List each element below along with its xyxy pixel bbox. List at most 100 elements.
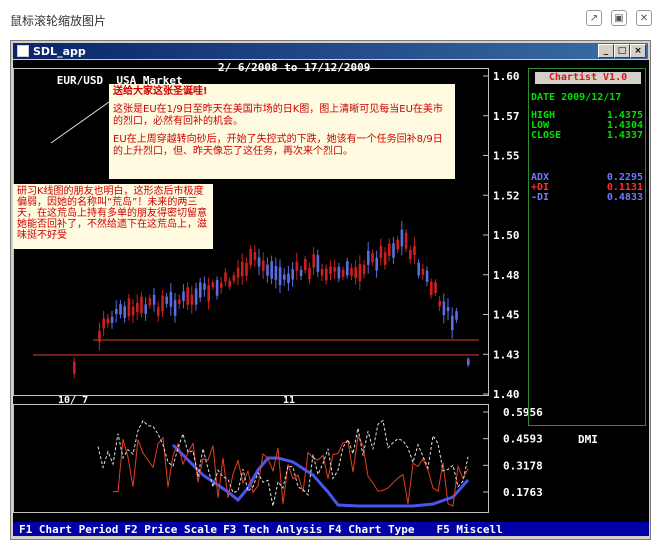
candle-body <box>413 246 416 256</box>
f5-miscell[interactable]: F5 Miscell <box>437 523 503 536</box>
candle-body <box>430 281 433 296</box>
annotation-left: 研习K线图的朋友也明白，这形态后市极度偏弱，因她的名称叫“荒岛”！未来的两三天，… <box>13 184 213 249</box>
maximize-button[interactable]: □ <box>614 44 630 58</box>
candle-body <box>220 282 223 288</box>
candle-body <box>320 268 324 276</box>
candle-body <box>421 268 425 275</box>
candle-body <box>253 251 257 261</box>
annotation-top: 送给大家这张圣诞哇! 这张是EU在1/9日至昨天在美国市场的日K图，图上清晰可见… <box>109 84 455 179</box>
indicator-row: -DI 0.4833 <box>531 193 643 203</box>
f2-price-scale[interactable]: F2 Price Scale <box>124 523 217 536</box>
candle-body <box>316 255 320 272</box>
candle-body <box>367 250 370 265</box>
candle-body <box>127 298 131 317</box>
candle-body <box>136 302 139 312</box>
minimize-button[interactable]: _ <box>598 44 614 58</box>
candle-body <box>278 267 282 286</box>
info-panel: Chartist V1.0 DATE 2009/12/17 HIGH 1.4375… <box>528 68 646 426</box>
indicator-label: -DI <box>531 192 550 203</box>
candle-body <box>115 309 118 314</box>
f4-chart-type[interactable]: F4 Chart Type <box>328 523 414 536</box>
candle-body <box>337 266 341 279</box>
candle-body <box>266 264 269 276</box>
candle-body <box>270 261 273 279</box>
candle-body <box>400 229 404 247</box>
candle-body <box>236 267 240 278</box>
candle-body <box>295 261 299 271</box>
candle-body <box>110 316 114 323</box>
candle-body <box>396 239 399 250</box>
price-axis-label: 1.45 <box>493 309 520 322</box>
candle-body <box>190 294 194 305</box>
candle-body <box>131 306 135 316</box>
indicator-rows: ADX 0.2295 +DI 0.1131 -DI 0.4833 <box>531 173 643 203</box>
candle-body <box>102 318 105 329</box>
candle-body <box>425 270 429 282</box>
candle-body <box>215 280 219 296</box>
candle-body <box>299 269 303 277</box>
candle-body <box>333 267 336 272</box>
f3-tech-analysis[interactable]: F3 Tech Anlysis <box>223 523 322 536</box>
candle-body <box>182 291 185 301</box>
brand-label: Chartist V1.0 <box>535 72 641 84</box>
candle-body <box>409 250 412 259</box>
external-link-icon[interactable]: ↗ <box>586 10 602 26</box>
price-axis-label: 1.48 <box>493 269 520 282</box>
price-axis-label: 1.55 <box>493 150 520 163</box>
candle-body <box>199 282 202 298</box>
candle-body <box>388 243 391 256</box>
candle-body <box>312 254 315 268</box>
candle-body <box>123 306 126 318</box>
annotation-arrow-line <box>50 101 110 144</box>
candle-body <box>73 361 76 374</box>
close-button[interactable]: × <box>630 44 646 58</box>
candle-body <box>362 264 366 275</box>
ohlc-rows: HIGH 1.4375 LOW 1.4304 CLOSE 1.4337 <box>531 111 643 141</box>
candle-body <box>308 267 311 280</box>
price-axis-label: 1.52 <box>493 189 520 202</box>
date-value: 2009/12/17 <box>561 92 622 103</box>
candle-body <box>350 267 353 276</box>
candle-body <box>224 272 227 282</box>
fit-icon[interactable]: ▣ <box>611 10 627 26</box>
date-range-label: 2/ 6/2008 to 17/12/2009 <box>218 61 371 74</box>
candle-body <box>140 296 143 314</box>
indicator-chart-frame <box>13 404 489 513</box>
candle-body <box>346 261 349 276</box>
candle-body <box>203 283 206 290</box>
indicator-value: 0.4833 <box>606 192 643 203</box>
candle-body <box>194 288 198 305</box>
indicator-axis-label: 0.1763 <box>503 486 543 499</box>
candle-body <box>274 266 278 280</box>
price-axis-label: 1.57 <box>493 110 520 123</box>
candle-body <box>152 294 156 305</box>
candle-body <box>383 252 387 265</box>
price-axis-label: 1.50 <box>493 229 520 242</box>
candle-body <box>165 296 168 304</box>
candle-body <box>119 304 122 315</box>
annotation-top-line1: 送给大家这张圣诞哇! <box>113 86 208 97</box>
candle-body <box>442 301 446 316</box>
candle-body <box>249 248 252 266</box>
chart-area: 1.60 1.57 1.55 1.52 1.50 1.48 1.45 1.43 1.40 0.59… <box>13 60 649 536</box>
close-icon[interactable]: ✕ <box>636 10 652 26</box>
function-key-bar: F1 Chart Period F2 Price Scale F3 Tech A… <box>13 522 649 536</box>
candle-body <box>354 267 357 278</box>
candle-body <box>341 269 345 277</box>
f1-chart-period[interactable]: F1 Chart Period <box>19 523 118 536</box>
app-window: SDL_app _ □ × 1.60 1.57 1.55 1.52 1.50 1.48 1.… <box>10 40 651 540</box>
price-axis-label: 1.40 <box>493 388 520 401</box>
ohlc-value: 1.4337 <box>606 130 643 141</box>
annotation-top-line3: EU在上周穿越转向砂后，开始了失控式的下跌，她该有一个任务回补8/9日的上升烈口… <box>113 134 443 157</box>
candle-body <box>257 257 261 267</box>
candle-body <box>148 298 152 306</box>
candle-body <box>446 307 450 312</box>
candle-body <box>106 318 110 324</box>
candle-body <box>173 299 177 316</box>
candle-body <box>434 282 437 294</box>
candle-body <box>451 315 454 331</box>
app-title: SDL_app <box>33 44 86 58</box>
candle-body <box>161 295 164 312</box>
candle-body <box>98 330 101 342</box>
candle-body <box>283 274 286 280</box>
